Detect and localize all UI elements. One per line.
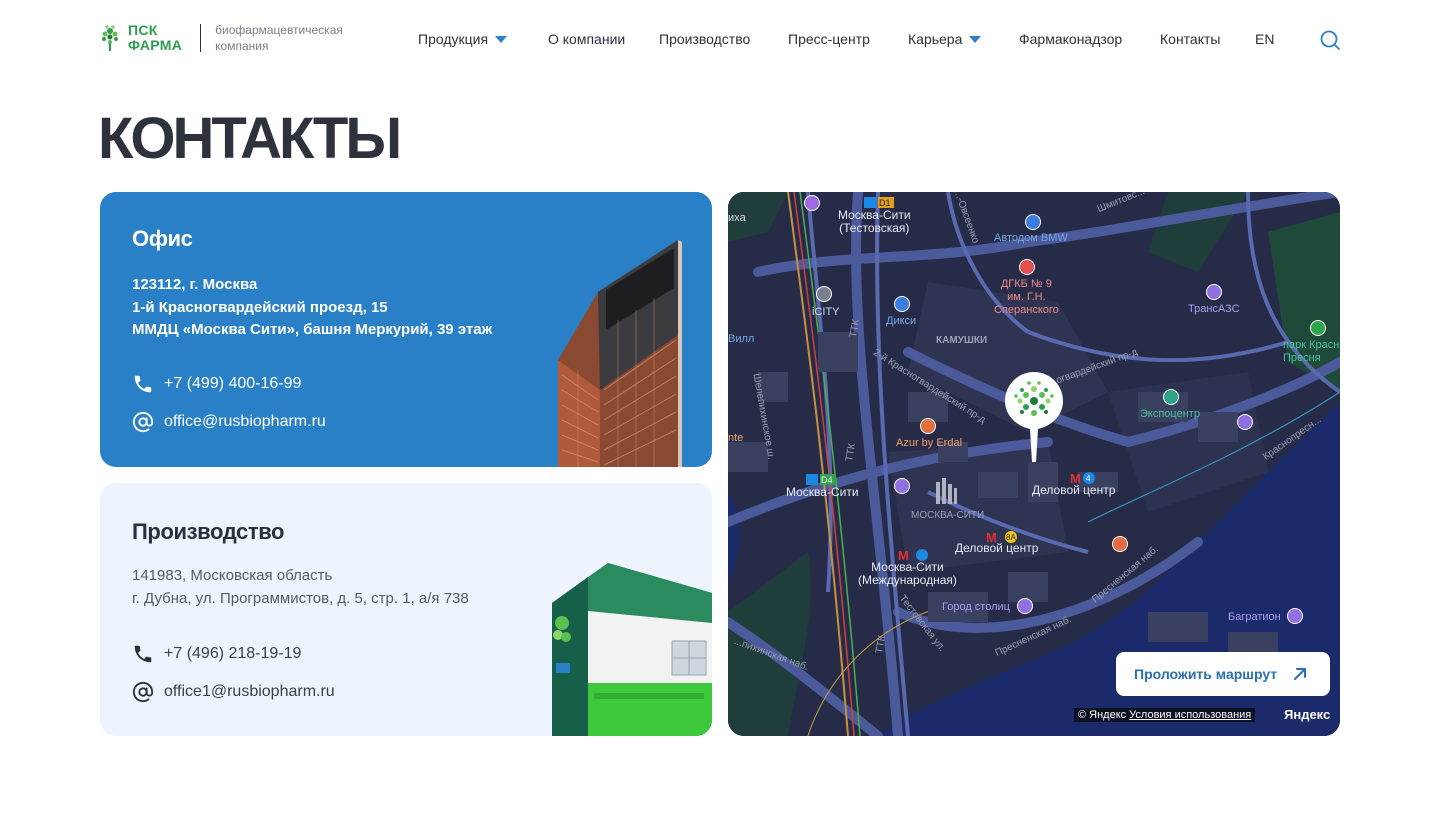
map-label-expocentr: Экспоцентр [1140,408,1200,420]
map-label-d4: D4 [821,475,833,485]
building-icon[interactable] [816,286,832,302]
nav-language-en[interactable]: EN [1255,31,1274,47]
map-label-moskva-siti: МОСКВА-СИТИ [911,510,985,521]
office-address-line: 1-й Красногвардейский проезд, 15 [132,298,388,316]
map-label-dixi: Дикси [886,315,917,327]
map-label-autodom: Автодом BMW [994,232,1068,244]
car-service-icon[interactable] [1025,214,1041,230]
restaurant-icon[interactable] [920,418,936,434]
logo-divider [200,24,202,52]
map-label-dgkb: ДГКБ № 9 им. Г.Н. Сперанского [994,278,1059,316]
production-email-link[interactable]: office1@rusbiopharm.ru [132,681,335,703]
production-address-line: г. Дубна, ул. Программистов, д. 5, стр. … [132,589,469,607]
office-title: Офис [132,226,193,251]
office-email-link[interactable]: office@rusbiopharm.ru [132,411,326,433]
logo[interactable]: ПСК ФАРМА биофармацевтическая компания [100,22,355,54]
build-route-button[interactable]: Проложить маршрут [1116,652,1330,696]
map-terms-link[interactable]: Условия использования [1129,709,1251,721]
office-card: Офис 123112, г. Москва 1-й Красногвардей… [100,192,712,467]
cafe-icon[interactable] [1112,536,1128,552]
map-label-mc-international: Москва-Сити (Международная) [858,560,957,587]
search-icon[interactable] [1319,29,1341,51]
map-label-delovoy-2: Деловой центр [955,541,1039,555]
exhibition-icon[interactable] [1163,389,1179,405]
office-phone-link[interactable]: +7 (499) 400-16-99 [132,373,301,395]
logo-tree-icon [100,23,120,53]
map-copyright: © Яндекс Условия использования [1074,708,1256,722]
map-label-line-8a: 8А [1006,533,1016,542]
nav-career[interactable]: Карьера [908,31,982,47]
map-label-kamushki: КАМУШКИ [936,335,988,346]
nav-pharmacovigilance[interactable]: Фармаконадзор [1019,31,1122,47]
fuel-station-icon[interactable] [1206,284,1222,300]
office-phone: +7 (499) 400-16-99 [164,375,302,392]
bag-icon[interactable] [894,478,910,494]
production-phone: +7 (496) 218-19-19 [164,645,302,662]
nav-press-label: Пресс-центр [788,31,870,47]
map-label-transazs: ТрансАЗС [1188,303,1240,315]
map-label-park: парк Красн...Пресня [1283,339,1340,364]
hospital-icon[interactable] [1019,259,1035,275]
shop-icon[interactable] [894,296,910,312]
arrow-up-right-icon [1294,668,1306,680]
office-address-line: 123112, г. Москва [132,276,258,293]
logo-line-2: ФАРМА [128,37,183,53]
music-icon[interactable] [804,195,820,211]
caret-down-icon [495,36,508,43]
production-address: 141983, Московская область г. Дубна, ул.… [132,565,469,610]
nav-products[interactable]: Продукция [418,31,508,47]
office-address-line: ММДЦ «Москва Сити», башня Меркурий, 39 э… [132,321,493,338]
caret-down-icon [969,36,982,43]
bag-icon[interactable] [1017,598,1033,614]
nav-products-label: Продукция [418,31,489,47]
map[interactable]: M M M Москва-Сити (Тестовская) D1 Автодом… [728,192,1340,736]
map-label-moscow-city-testovskaya: Москва-Сити (Тестовская) [838,208,911,235]
office-building-image [558,240,682,467]
nav-about-label: О компании [548,31,626,47]
map-copyright-text: © Яндекс [1078,709,1127,721]
nav-language-label: EN [1255,31,1275,47]
at-sign-icon [132,681,154,703]
phone-icon [134,645,152,663]
map-pin-logo-icon[interactable] [1002,370,1066,464]
yandex-logo[interactable]: Яндекс [1284,707,1330,722]
nav-production-label: Производство [659,31,751,47]
map-label-azur: Azur by Erdal [896,437,963,449]
production-title: Производство [132,519,285,544]
map-label-vill: Вилл [728,333,755,345]
production-address-line: 141983, Московская область [132,567,333,584]
nav-pharmacovigilance-label: Фармаконадзор [1019,31,1123,47]
build-route-label: Проложить маршрут [1134,666,1278,682]
map-label-gorod-stolic: Город столиц [942,601,1010,613]
map-label-ikha: ихa [728,212,746,224]
office-address: 123112, г. Москва 1-й Красногвардейский … [132,274,492,342]
page-title: КОНТАКТЫ [98,106,402,171]
phone-icon [134,375,152,393]
production-email: office1@rusbiopharm.ru [164,683,335,700]
map-label-nte: nte [728,432,744,444]
logo-subtitle: биофармацевтическая компания [215,23,343,53]
map-label-delovoy-1: Деловой центр [1032,483,1116,497]
office-email: office@rusbiopharm.ru [164,413,326,430]
park-icon[interactable] [1310,320,1326,336]
logo-line-1: ПСК [128,22,158,38]
production-phone-link[interactable]: +7 (496) 218-19-19 [132,643,301,665]
production-building-image [552,563,712,736]
nav-contacts-label: Контакты [1160,31,1221,47]
map-label-icity: iCITY [812,306,840,318]
at-sign-icon [132,411,154,433]
map-label-mc-d4: Москва-Сити [786,485,859,499]
nav-about[interactable]: О компании [548,31,625,47]
nav-contacts[interactable]: Контакты [1160,31,1220,47]
bag-icon[interactable] [1237,414,1253,430]
nav-press[interactable]: Пресс-центр [788,31,870,47]
site-header: ПСК ФАРМА биофармацевтическая компания П… [0,0,1440,80]
map-label-d1: D1 [879,198,891,208]
map-label-bagration: Багратион [1228,611,1281,623]
nav-career-label: Карьера [908,31,963,47]
map-label-line-4: 4 [1086,474,1091,483]
hotel-icon[interactable] [1287,608,1303,624]
production-card: Производство 141983, Московская область … [100,483,712,736]
nav-production[interactable]: Производство [659,31,750,47]
